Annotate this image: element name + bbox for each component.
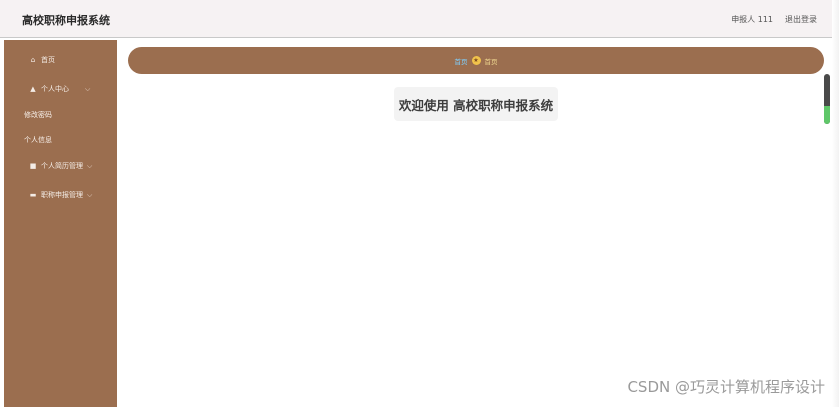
sidebar-item-personal-center[interactable]: ▲ 个人中心 ⌵ bbox=[4, 80, 141, 98]
sidebar-item-personal-info[interactable]: 个人信息 bbox=[4, 131, 137, 149]
sidebar-item-title-application-management[interactable]: ▬ 职称申报管理 ⌵ bbox=[4, 186, 141, 204]
doc-icon: ▬ bbox=[29, 191, 37, 199]
sidebar-item-label: 个人中心 bbox=[41, 85, 69, 93]
watermark: CSDN @巧灵计算机程序设计 bbox=[627, 378, 825, 396]
sidebar-item-resume-management[interactable]: ■ 个人简历管理 ⌵ bbox=[4, 157, 141, 175]
user-icon: ▲ bbox=[30, 85, 36, 93]
scrollbar-indicator bbox=[824, 106, 830, 124]
sidebar-item-change-password[interactable]: 修改密码 bbox=[4, 106, 137, 124]
sidebar-item-label: 个人信息 bbox=[24, 136, 52, 144]
sidebar-item-label: 首页 bbox=[41, 56, 55, 64]
sidebar-item-label: 修改密码 bbox=[24, 111, 52, 119]
chevron-down-icon: ⌵ bbox=[87, 161, 93, 170]
sidebar-item-label: 职称申报管理 bbox=[41, 191, 83, 199]
logout-button[interactable]: 退出登录 bbox=[785, 14, 817, 25]
home-icon: ⌂ bbox=[30, 56, 36, 64]
welcome-banner: 欢迎使用 高校职称申报系统 bbox=[394, 87, 558, 121]
chevron-down-icon: ⌵ bbox=[87, 190, 93, 199]
sidebar: ⌂ 首页 ▲ 个人中心 ⌵ 修改密码 个人信息 ■ 个人简历管理 ⌵ ▬ 职称申… bbox=[4, 40, 117, 407]
star-icon: ★ bbox=[471, 56, 481, 65]
breadcrumb-current: 首页 bbox=[484, 57, 498, 66]
breadcrumb: 首页 ★ 首页 bbox=[128, 47, 824, 74]
user-label[interactable]: 申报人 111 bbox=[731, 14, 773, 25]
scrollbar-track bbox=[832, 0, 839, 407]
scrollbar-thumb[interactable] bbox=[824, 74, 830, 124]
list-icon: ■ bbox=[29, 162, 37, 170]
chevron-down-icon: ⌵ bbox=[85, 84, 91, 93]
sidebar-item-label: 个人简历管理 bbox=[41, 162, 83, 170]
sidebar-item-home[interactable]: ⌂ 首页 bbox=[4, 51, 141, 69]
app-title: 高校职称申报系统 bbox=[22, 14, 110, 27]
breadcrumb-home-link[interactable]: 首页 bbox=[455, 56, 468, 66]
top-bar: 高校职称申报系统 申报人 111 退出登录 bbox=[0, 0, 839, 38]
user-area: 申报人 111 退出登录 bbox=[731, 14, 817, 25]
